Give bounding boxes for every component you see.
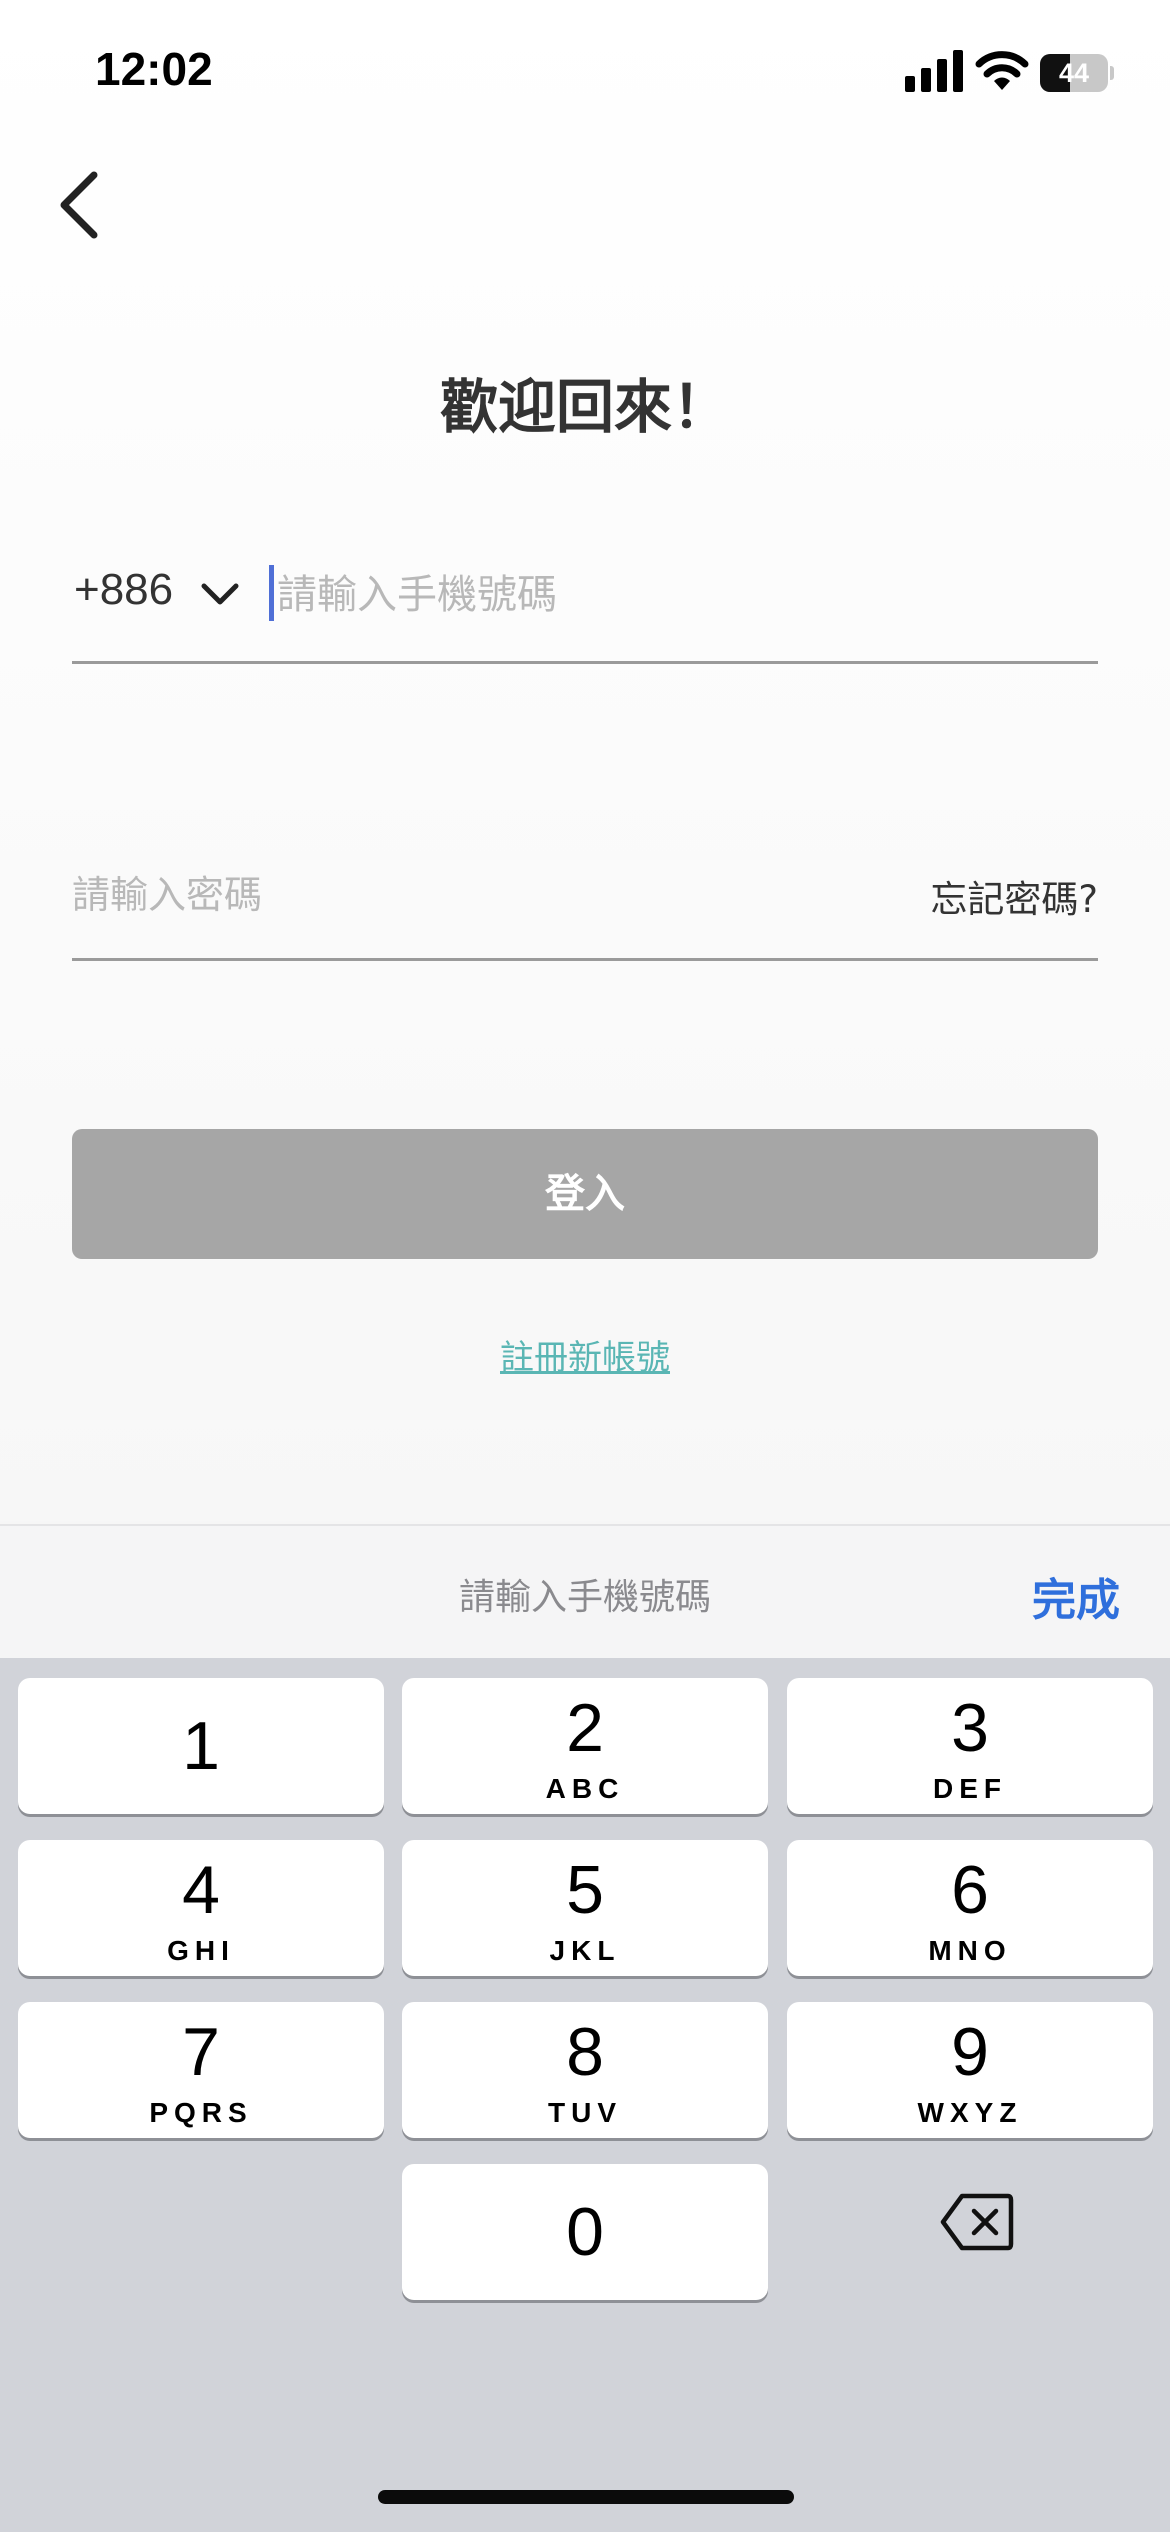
key-7[interactable]: 7 PQRS [18, 2002, 384, 2138]
key-letters: MNO [928, 1935, 1012, 1966]
key-letters: DEF [933, 1773, 1007, 1804]
back-chevron-icon[interactable] [50, 165, 110, 245]
page-title: 歡迎回來！ [439, 373, 730, 441]
register-link-label[interactable]: 註冊新帳號 [500, 1338, 670, 1378]
key-letters: ABC [545, 1773, 625, 1804]
battery-percent: 44 [1058, 58, 1090, 88]
home-indicator [378, 2490, 794, 2504]
key-digit: 7 [182, 2014, 220, 2090]
phone-field-row: +886 [72, 555, 1098, 664]
phone-number-input[interactable] [277, 555, 1077, 635]
done-button[interactable]: 完成 [1032, 1564, 1120, 1628]
key-digit: 8 [566, 2014, 604, 2090]
battery-icon: 44 [1040, 54, 1114, 92]
accessory-placeholder-text: 請輸入手機號碼 [458, 1577, 711, 1618]
key-letters: TUV [548, 2097, 622, 2128]
key-2[interactable]: 2 ABC [402, 1678, 768, 1814]
chevron-down-icon [201, 583, 239, 605]
register-link: 註冊新帳號 [0, 1330, 1170, 1379]
key-8[interactable]: 8 TUV [402, 2002, 768, 2138]
key-digit: 4 [182, 1852, 220, 1928]
key-digit: 6 [951, 1852, 989, 1928]
status-time: 12:02 [95, 43, 213, 95]
key-digit: 1 [182, 1708, 220, 1784]
backspace-icon[interactable] [940, 2192, 1014, 2252]
forgot-password-link[interactable]: 忘記密碼? [930, 869, 1098, 923]
key-0[interactable]: 0 [402, 2164, 768, 2300]
keyboard-accessory-bar: 請輸入手機號碼 完成 [0, 1524, 1170, 1658]
key-1[interactable]: 1 [18, 1678, 384, 1814]
wifi-icon [975, 51, 1029, 90]
key-letters: WXYZ [917, 2097, 1023, 2128]
password-input[interactable] [72, 855, 772, 935]
login-button[interactable]: 登入 [72, 1129, 1098, 1259]
key-digit: 0 [566, 2194, 604, 2270]
key-letters: PQRS [149, 2097, 253, 2128]
key-letters: GHI [167, 1935, 235, 1966]
country-code-label: +886 [74, 565, 174, 614]
key-digit: 5 [566, 1852, 604, 1928]
key-digit: 3 [951, 1690, 989, 1766]
key-9[interactable]: 9 WXYZ [787, 2002, 1153, 2138]
country-code-selector[interactable]: +886 [72, 555, 252, 635]
key-letters: JKL [549, 1935, 621, 1966]
key-4[interactable]: 4 GHI [18, 1840, 384, 1976]
key-6[interactable]: 6 MNO [787, 1840, 1153, 1976]
text-cursor [269, 565, 274, 621]
key-digit: 2 [566, 1690, 604, 1766]
key-3[interactable]: 3 DEF [787, 1678, 1153, 1814]
signal-icon [905, 50, 963, 92]
password-field-row: 忘記密碼? [72, 855, 1098, 961]
key-5[interactable]: 5 JKL [402, 1840, 768, 1976]
key-digit: 9 [951, 2014, 989, 2090]
